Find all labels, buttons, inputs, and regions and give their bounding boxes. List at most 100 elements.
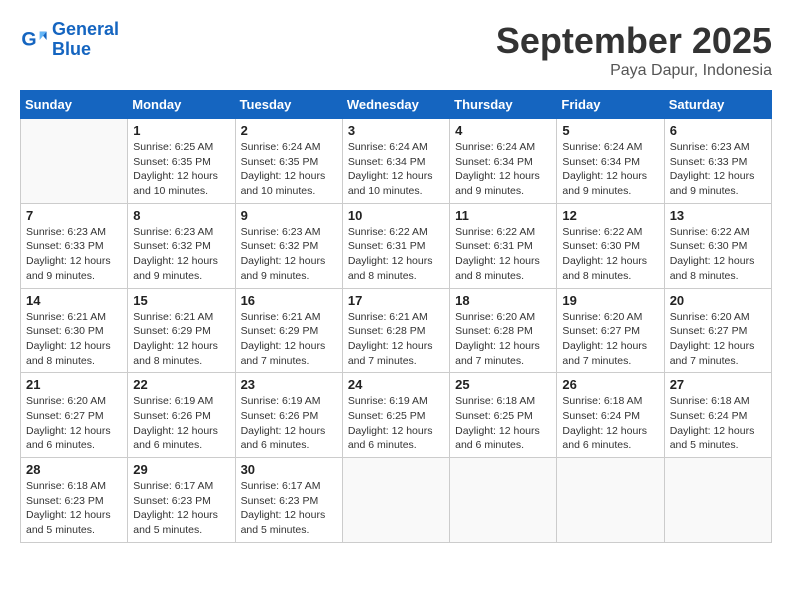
day-info: Sunrise: 6:24 AM Sunset: 6:34 PM Dayligh… <box>455 140 551 199</box>
day-number: 21 <box>26 377 122 392</box>
day-info: Sunrise: 6:19 AM Sunset: 6:26 PM Dayligh… <box>241 394 337 453</box>
svg-text:G: G <box>21 28 36 50</box>
calendar-cell: 29 Sunrise: 6:17 AM Sunset: 6:23 PM Dayli… <box>128 458 235 543</box>
month-title: September 2025 <box>496 20 772 62</box>
calendar-cell: 28 Sunrise: 6:18 AM Sunset: 6:23 PM Dayli… <box>21 458 128 543</box>
day-info: Sunrise: 6:24 AM Sunset: 6:34 PM Dayligh… <box>562 140 658 199</box>
day-number: 8 <box>133 208 229 223</box>
day-info: Sunrise: 6:20 AM Sunset: 6:27 PM Dayligh… <box>26 394 122 453</box>
day-number: 5 <box>562 123 658 138</box>
calendar-cell: 16Sunrise: 6:21 AM Sunset: 6:29 PM Dayli… <box>235 288 342 373</box>
day-info: Sunrise: 6:22 AM Sunset: 6:31 PM Dayligh… <box>455 225 551 284</box>
calendar-cell: 21 Sunrise: 6:20 AM Sunset: 6:27 PM Dayli… <box>21 373 128 458</box>
day-number: 20 <box>670 293 766 308</box>
day-number: 28 <box>26 462 122 477</box>
calendar-week-row: 7 Sunrise: 6:23 AM Sunset: 6:33 PM Daylig… <box>21 203 772 288</box>
day-info: Sunrise: 6:22 AM Sunset: 6:31 PM Dayligh… <box>348 225 444 284</box>
day-number: 29 <box>133 462 229 477</box>
day-number: 23 <box>241 377 337 392</box>
day-number: 12 <box>562 208 658 223</box>
calendar-cell <box>450 458 557 543</box>
logo-icon: G <box>20 26 48 54</box>
calendar-cell <box>21 119 128 204</box>
day-info: Sunrise: 6:24 AM Sunset: 6:34 PM Dayligh… <box>348 140 444 199</box>
day-info: Sunrise: 6:17 AM Sunset: 6:23 PM Dayligh… <box>241 479 337 538</box>
weekday-header-thursday: Thursday <box>450 91 557 119</box>
day-number: 17 <box>348 293 444 308</box>
day-info: Sunrise: 6:18 AM Sunset: 6:24 PM Dayligh… <box>562 394 658 453</box>
day-info: Sunrise: 6:21 AM Sunset: 6:30 PM Dayligh… <box>26 310 122 369</box>
calendar-cell: 17 Sunrise: 6:21 AM Sunset: 6:28 PM Dayli… <box>342 288 449 373</box>
day-number: 27 <box>670 377 766 392</box>
day-number: 15 <box>133 293 229 308</box>
day-info: Sunrise: 6:23 AM Sunset: 6:32 PM Dayligh… <box>133 225 229 284</box>
day-info: Sunrise: 6:23 AM Sunset: 6:32 PM Dayligh… <box>241 225 337 284</box>
calendar-cell <box>664 458 771 543</box>
day-info: Sunrise: 6:25 AM Sunset: 6:35 PM Dayligh… <box>133 140 229 199</box>
weekday-header-row: SundayMondayTuesdayWednesdayThursdayFrid… <box>21 91 772 119</box>
day-number: 6 <box>670 123 766 138</box>
calendar-cell: 22Sunrise: 6:19 AM Sunset: 6:26 PM Dayli… <box>128 373 235 458</box>
day-number: 24 <box>348 377 444 392</box>
calendar-cell: 14 Sunrise: 6:21 AM Sunset: 6:30 PM Dayli… <box>21 288 128 373</box>
day-info: Sunrise: 6:18 AM Sunset: 6:25 PM Dayligh… <box>455 394 551 453</box>
title-block: September 2025 Paya Dapur, Indonesia <box>496 20 772 80</box>
day-number: 14 <box>26 293 122 308</box>
calendar-cell: 11Sunrise: 6:22 AM Sunset: 6:31 PM Dayli… <box>450 203 557 288</box>
day-number: 30 <box>241 462 337 477</box>
calendar-cell: 25 Sunrise: 6:18 AM Sunset: 6:25 PM Dayli… <box>450 373 557 458</box>
weekday-header-monday: Monday <box>128 91 235 119</box>
day-number: 10 <box>348 208 444 223</box>
weekday-header-saturday: Saturday <box>664 91 771 119</box>
calendar-cell: 19 Sunrise: 6:20 AM Sunset: 6:27 PM Dayli… <box>557 288 664 373</box>
day-number: 3 <box>348 123 444 138</box>
day-info: Sunrise: 6:23 AM Sunset: 6:33 PM Dayligh… <box>26 225 122 284</box>
day-info: Sunrise: 6:18 AM Sunset: 6:23 PM Dayligh… <box>26 479 122 538</box>
calendar-cell: 9Sunrise: 6:23 AM Sunset: 6:32 PM Daylig… <box>235 203 342 288</box>
day-number: 22 <box>133 377 229 392</box>
calendar-week-row: 14 Sunrise: 6:21 AM Sunset: 6:30 PM Dayli… <box>21 288 772 373</box>
calendar-week-row: 21 Sunrise: 6:20 AM Sunset: 6:27 PM Dayli… <box>21 373 772 458</box>
day-number: 7 <box>26 208 122 223</box>
calendar-cell: 30 Sunrise: 6:17 AM Sunset: 6:23 PM Dayli… <box>235 458 342 543</box>
calendar-cell <box>342 458 449 543</box>
calendar-cell: 15 Sunrise: 6:21 AM Sunset: 6:29 PM Dayli… <box>128 288 235 373</box>
day-info: Sunrise: 6:21 AM Sunset: 6:28 PM Dayligh… <box>348 310 444 369</box>
weekday-header-friday: Friday <box>557 91 664 119</box>
day-info: Sunrise: 6:22 AM Sunset: 6:30 PM Dayligh… <box>562 225 658 284</box>
day-number: 1 <box>133 123 229 138</box>
calendar-cell: 10 Sunrise: 6:22 AM Sunset: 6:31 PM Dayli… <box>342 203 449 288</box>
calendar-table: SundayMondayTuesdayWednesdayThursdayFrid… <box>20 90 772 543</box>
calendar-cell: 2 Sunrise: 6:24 AM Sunset: 6:35 PM Daylig… <box>235 119 342 204</box>
calendar-cell <box>557 458 664 543</box>
weekday-header-tuesday: Tuesday <box>235 91 342 119</box>
calendar-cell: 1 Sunrise: 6:25 AM Sunset: 6:35 PM Daylig… <box>128 119 235 204</box>
day-info: Sunrise: 6:20 AM Sunset: 6:27 PM Dayligh… <box>670 310 766 369</box>
calendar-cell: 4Sunrise: 6:24 AM Sunset: 6:34 PM Daylig… <box>450 119 557 204</box>
calendar-cell: 18 Sunrise: 6:20 AM Sunset: 6:28 PM Dayli… <box>450 288 557 373</box>
day-info: Sunrise: 6:20 AM Sunset: 6:27 PM Dayligh… <box>562 310 658 369</box>
day-number: 25 <box>455 377 551 392</box>
day-info: Sunrise: 6:20 AM Sunset: 6:28 PM Dayligh… <box>455 310 551 369</box>
calendar-cell: 26Sunrise: 6:18 AM Sunset: 6:24 PM Dayli… <box>557 373 664 458</box>
day-info: Sunrise: 6:21 AM Sunset: 6:29 PM Dayligh… <box>133 310 229 369</box>
calendar-week-row: 28 Sunrise: 6:18 AM Sunset: 6:23 PM Dayli… <box>21 458 772 543</box>
day-info: Sunrise: 6:24 AM Sunset: 6:35 PM Dayligh… <box>241 140 337 199</box>
logo-text: General Blue <box>52 20 119 60</box>
calendar-cell: 5 Sunrise: 6:24 AM Sunset: 6:34 PM Daylig… <box>557 119 664 204</box>
day-number: 13 <box>670 208 766 223</box>
calendar-week-row: 1 Sunrise: 6:25 AM Sunset: 6:35 PM Daylig… <box>21 119 772 204</box>
logo: G General Blue <box>20 20 119 60</box>
calendar-cell: 8 Sunrise: 6:23 AM Sunset: 6:32 PM Daylig… <box>128 203 235 288</box>
calendar-cell: 12 Sunrise: 6:22 AM Sunset: 6:30 PM Dayli… <box>557 203 664 288</box>
calendar-cell: 13Sunrise: 6:22 AM Sunset: 6:30 PM Dayli… <box>664 203 771 288</box>
calendar-cell: 6Sunrise: 6:23 AM Sunset: 6:33 PM Daylig… <box>664 119 771 204</box>
calendar-cell: 20 Sunrise: 6:20 AM Sunset: 6:27 PM Dayli… <box>664 288 771 373</box>
day-info: Sunrise: 6:19 AM Sunset: 6:25 PM Dayligh… <box>348 394 444 453</box>
day-info: Sunrise: 6:17 AM Sunset: 6:23 PM Dayligh… <box>133 479 229 538</box>
day-number: 19 <box>562 293 658 308</box>
day-number: 16 <box>241 293 337 308</box>
day-number: 18 <box>455 293 551 308</box>
calendar-cell: 24 Sunrise: 6:19 AM Sunset: 6:25 PM Dayli… <box>342 373 449 458</box>
day-number: 2 <box>241 123 337 138</box>
